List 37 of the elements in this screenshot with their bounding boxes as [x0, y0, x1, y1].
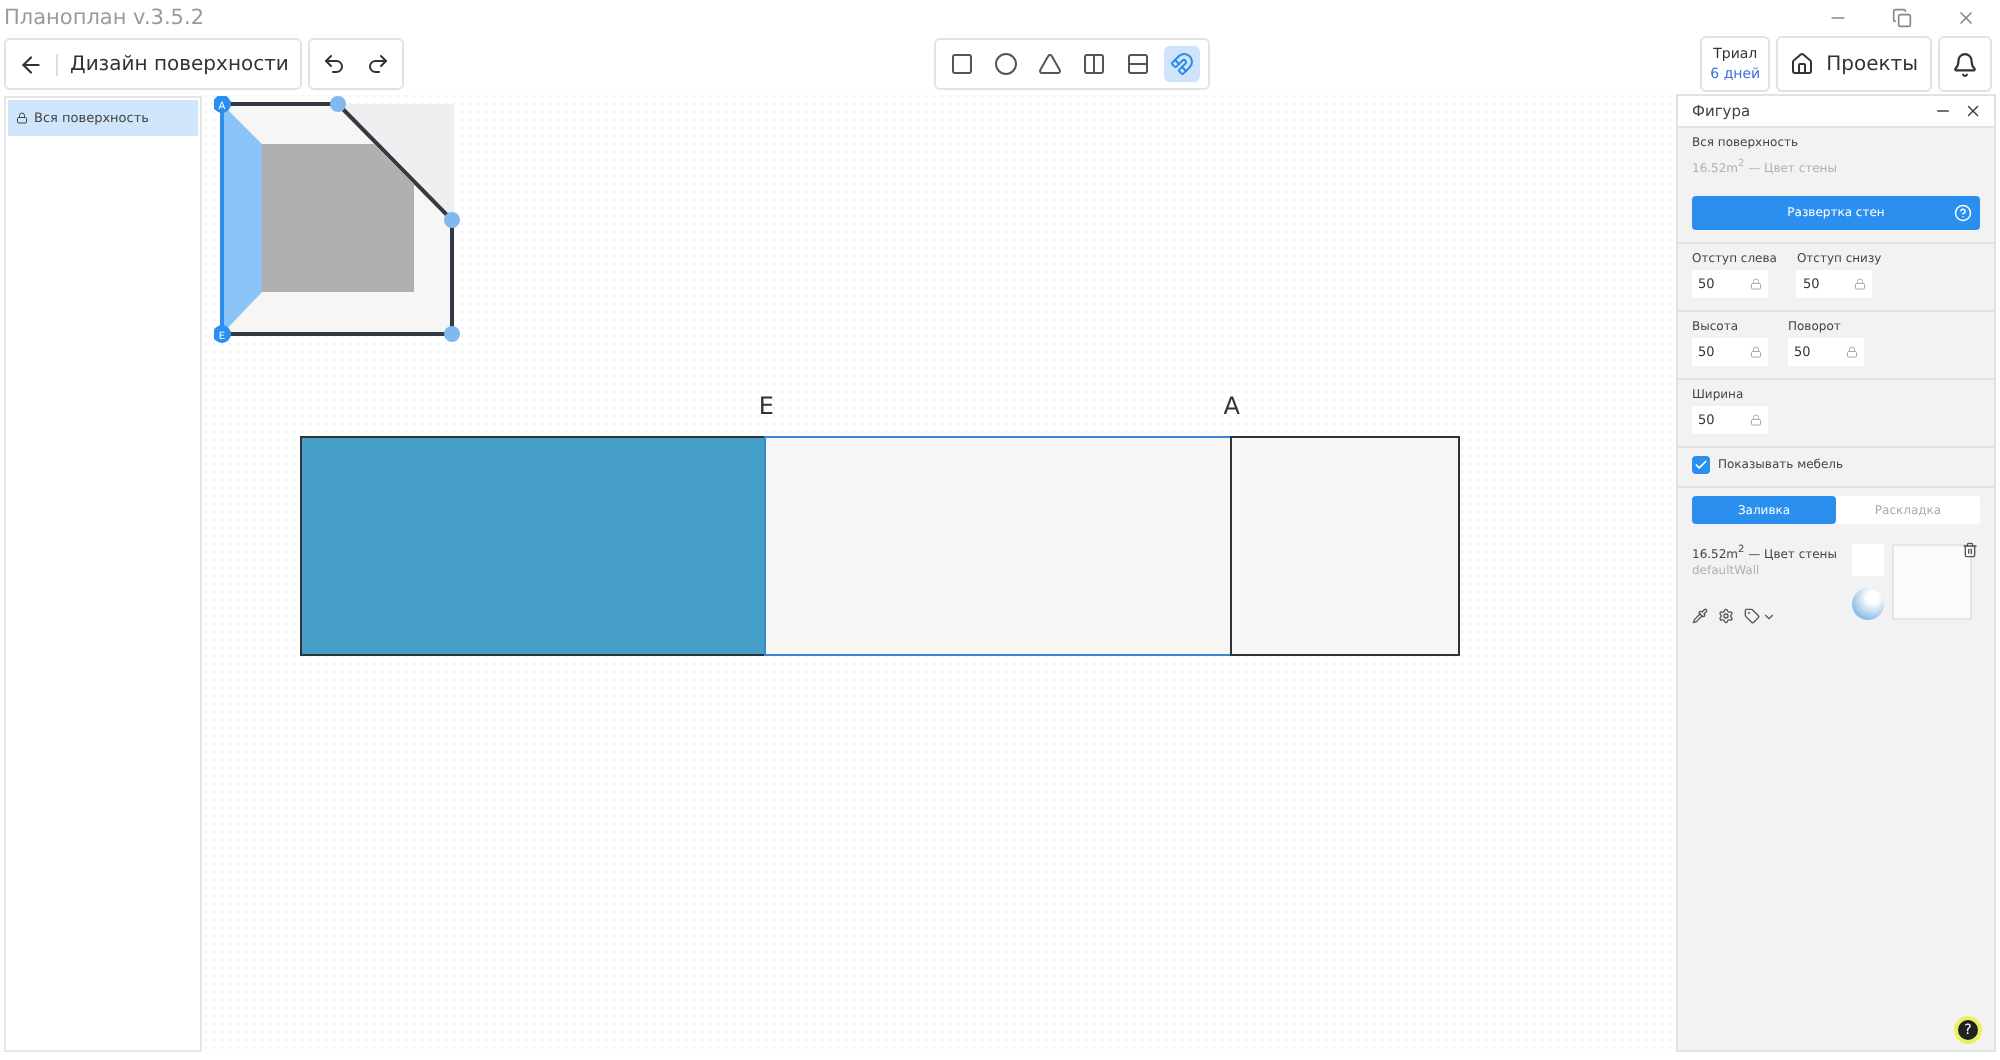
page-title: Дизайн поверхности	[56, 53, 289, 75]
back-icon	[18, 51, 44, 77]
lock-icon	[1750, 414, 1762, 426]
material-sphere	[1852, 588, 1884, 620]
redo-icon[interactable]	[366, 52, 391, 76]
window-title: Планоплан v.3.5.2	[4, 6, 204, 30]
triangle-icon	[1038, 52, 1063, 76]
vertical-split-icon	[1082, 52, 1107, 76]
lock-icon	[1750, 346, 1762, 358]
material-preview	[1892, 544, 1972, 620]
settings-icon[interactable]	[1718, 608, 1734, 624]
magnet-icon	[1170, 52, 1195, 76]
checkbox[interactable]	[1692, 456, 1710, 474]
close-icon[interactable]	[1964, 102, 1982, 120]
undo-icon[interactable]	[322, 52, 347, 76]
bell-icon	[1952, 51, 1978, 77]
circle-icon	[994, 52, 1019, 76]
chevron-down-icon[interactable]	[1762, 609, 1776, 623]
corner-label: A	[1223, 392, 1240, 424]
lock-icon	[1846, 346, 1858, 358]
notifications-button[interactable]	[1938, 36, 1992, 92]
horizontal-split-icon	[1126, 52, 1151, 76]
projects-button[interactable]: Проекты	[1776, 36, 1932, 92]
trash-icon[interactable]	[1962, 542, 1978, 558]
back-button[interactable]: Дизайн поверхности	[4, 38, 303, 90]
eyedropper-icon[interactable]	[1692, 608, 1708, 624]
rectangle-icon	[950, 52, 975, 76]
help-icon	[1954, 204, 1972, 222]
corner-label: E	[758, 392, 774, 424]
tool-button[interactable]	[1164, 46, 1201, 82]
wall-segment[interactable]	[1230, 436, 1460, 656]
lock-icon	[16, 112, 28, 124]
lock-icon	[1750, 278, 1762, 290]
restore-icon[interactable]	[1892, 8, 1912, 28]
tag-icon[interactable]	[1744, 608, 1760, 624]
home-icon	[1790, 52, 1815, 76]
lock-icon	[1854, 278, 1867, 290]
